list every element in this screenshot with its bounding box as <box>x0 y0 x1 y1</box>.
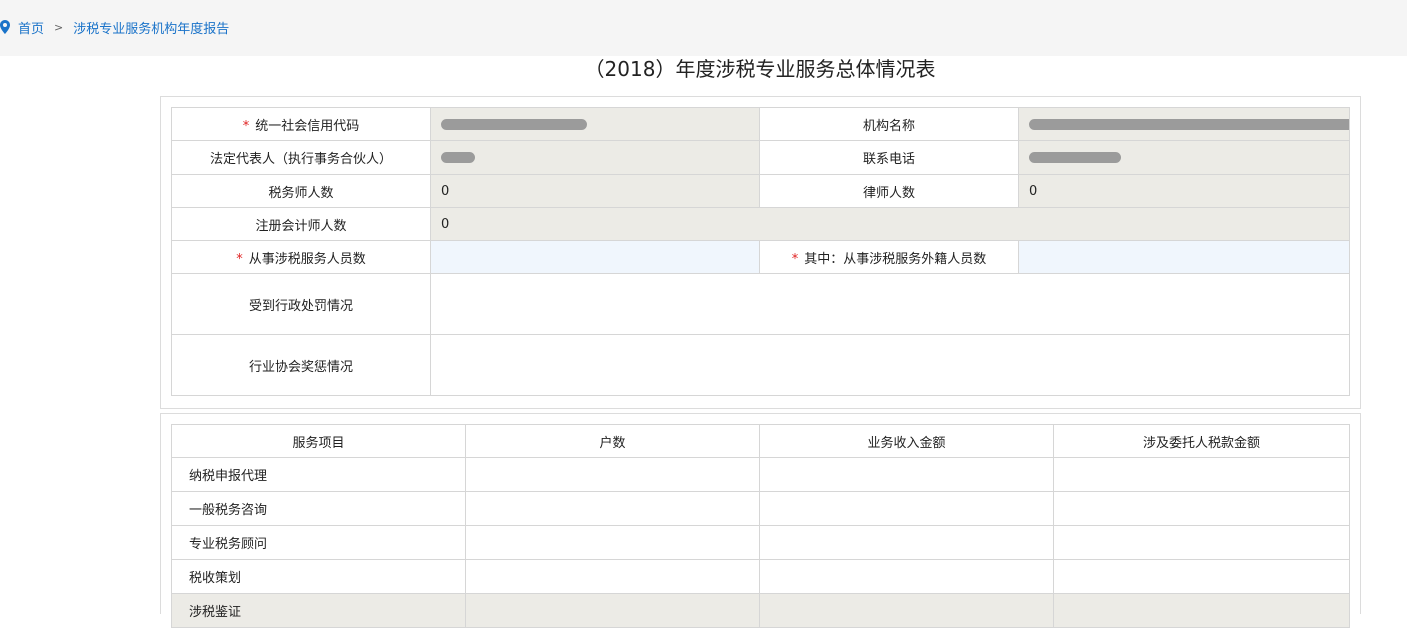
award-label: 行业协会奖惩情况 <box>171 334 431 396</box>
client-tax-cell[interactable] <box>1053 593 1350 628</box>
revenue-cell[interactable] <box>759 525 1054 560</box>
header-revenue: 业务收入金额 <box>759 424 1054 458</box>
household-cell[interactable] <box>465 491 760 526</box>
tax-agent-count-label: 税务师人数 <box>171 174 431 208</box>
revenue-cell[interactable] <box>759 593 1054 628</box>
credit-code-label: * 统一社会信用代码 <box>171 107 431 141</box>
top-bar: 首页 > 涉税专业服务机构年度报告 <box>0 0 1407 56</box>
foreign-staff-label: * 其中：从事涉税服务外籍人员数 <box>759 240 1019 274</box>
breadcrumb-current-link[interactable]: 涉税专业服务机构年度报告 <box>73 18 229 37</box>
breadcrumb-separator: > <box>54 20 64 34</box>
client-tax-cell[interactable] <box>1053 491 1350 526</box>
table-row: 专业税务顾问 <box>171 525 1350 560</box>
header-household-count: 户数 <box>465 424 760 458</box>
revenue-cell[interactable] <box>759 457 1054 492</box>
client-tax-cell[interactable] <box>1053 525 1350 560</box>
header-client-tax: 涉及委托人税款金额 <box>1053 424 1350 458</box>
redacted-credit-code <box>441 118 587 130</box>
cpa-count-label: 注册会计师人数 <box>171 207 431 241</box>
table-row: 纳税申报代理 <box>171 457 1350 492</box>
tax-agent-count-value: 0 <box>430 174 760 208</box>
cpa-count-value: 0 <box>430 207 1350 241</box>
staff-count-label: * 从事涉税服务人员数 <box>171 240 431 274</box>
page-title: （2018）年度涉税专业服务总体情况表 <box>584 57 936 81</box>
credit-code-value <box>430 107 760 141</box>
org-name-value <box>1018 107 1350 141</box>
lawyer-count-value: 0 <box>1018 174 1350 208</box>
household-cell[interactable] <box>465 559 760 594</box>
phone-value <box>1018 140 1350 175</box>
foreign-staff-input[interactable] <box>1018 240 1350 274</box>
breadcrumb-home-link[interactable]: 首页 <box>18 18 44 37</box>
legal-rep-value <box>430 140 760 175</box>
location-pin-icon <box>0 20 10 34</box>
household-cell[interactable] <box>465 525 760 560</box>
service-name: 一般税务咨询 <box>171 491 466 526</box>
lawyer-count-label: 律师人数 <box>759 174 1019 208</box>
penalty-textarea[interactable] <box>430 273 1350 335</box>
service-name: 涉税鉴证 <box>171 593 466 628</box>
staff-count-input[interactable] <box>430 240 760 274</box>
legal-rep-label: 法定代表人（执行事务合伙人） <box>171 140 431 175</box>
table-row: 一般税务咨询 <box>171 491 1350 526</box>
header-service-item: 服务项目 <box>171 424 466 458</box>
phone-label: 联系电话 <box>759 140 1019 175</box>
service-name: 税收策划 <box>171 559 466 594</box>
service-name: 纳税申报代理 <box>171 457 466 492</box>
redacted-phone <box>1029 152 1121 163</box>
household-cell[interactable] <box>465 593 760 628</box>
household-cell[interactable] <box>465 457 760 492</box>
basic-info-table: * 统一社会信用代码 机构名称 法定代表人（执行事务合伙人） 联系电话 税务师人数… <box>171 107 1350 396</box>
client-tax-cell[interactable] <box>1053 559 1350 594</box>
redacted-org-name <box>1029 118 1349 130</box>
revenue-cell[interactable] <box>759 491 1054 526</box>
table-row: 税收策划 <box>171 559 1350 594</box>
service-table: 服务项目 户数 业务收入金额 涉及委托人税款金额 纳税申报代理 一般税务咨询 专… <box>171 424 1350 628</box>
table-row: 涉税鉴证 <box>171 593 1350 628</box>
penalty-label: 受到行政处罚情况 <box>171 273 431 335</box>
org-name-label: 机构名称 <box>759 107 1019 141</box>
service-panel: 服务项目 户数 业务收入金额 涉及委托人税款金额 纳税申报代理 一般税务咨询 专… <box>160 413 1361 628</box>
basic-info-panel: * 统一社会信用代码 机构名称 法定代表人（执行事务合伙人） 联系电话 税务师人数… <box>160 96 1361 409</box>
breadcrumb: 首页 > 涉税专业服务机构年度报告 <box>0 17 229 37</box>
client-tax-cell[interactable] <box>1053 457 1350 492</box>
service-name: 专业税务顾问 <box>171 525 466 560</box>
revenue-cell[interactable] <box>759 559 1054 594</box>
redacted-legal-rep <box>441 152 475 163</box>
award-textarea[interactable] <box>430 334 1350 396</box>
